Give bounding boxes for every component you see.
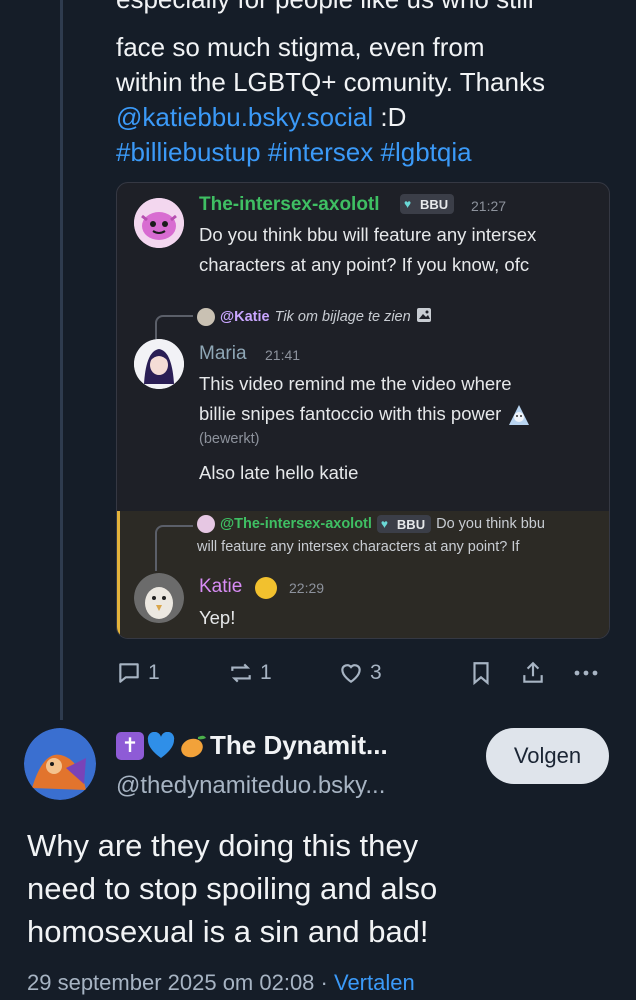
more-button[interactable] — [571, 660, 601, 686]
yellow-badge-icon — [255, 577, 277, 599]
cross-icon: ✝ — [116, 731, 144, 760]
reply-author-row: ✝ The Dynamit... @thedynamiteduo.bsky...… — [0, 720, 636, 810]
msg3-body: Yep! — [199, 607, 236, 628]
image-icon — [416, 307, 432, 327]
hashtags[interactable]: #billiebustup #intersex #lgbtqia — [116, 135, 621, 170]
msg2-time: 21:41 — [265, 347, 301, 363]
reply-date: 29 september 2025 om 02:08 — [27, 970, 315, 995]
reply-handle[interactable]: @thedynamiteduo.bsky... — [116, 772, 385, 800]
translate-link[interactable]: Vertalen — [334, 970, 415, 995]
mention-link[interactable]: @katiebbu.bsky.social — [116, 102, 373, 132]
mango-icon — [178, 732, 208, 760]
like-count: 3 — [370, 661, 382, 684]
msg2-edited: (bewerkt) — [199, 431, 260, 447]
thread-line — [60, 0, 63, 720]
post-text: especially for people like us who still … — [116, 0, 621, 170]
msg1-author: The-intersex-axolotl — [199, 194, 380, 215]
post-line-1: face so much stigma, even from — [116, 32, 485, 62]
post-clipped-line: especially for people like us who still — [116, 0, 534, 17]
share-button[interactable] — [520, 660, 546, 686]
reply-icon — [116, 660, 142, 686]
msg3-tag: ♥ BBU — [376, 515, 432, 533]
reply-count: 1 — [148, 661, 160, 684]
reply-display-name[interactable]: ✝ The Dynamit... — [116, 730, 388, 761]
post-line-2: within the LGBTQ+ comunity. Thanks — [116, 67, 545, 97]
mention-suffix: :D — [373, 102, 407, 132]
msg2-body: This video remind me the video where bil… — [199, 369, 532, 429]
screenshot-embed[interactable]: The-intersex-axolotl ♥ BBU 21:27 Do you t… — [116, 182, 610, 639]
msg2-author: Maria — [199, 343, 247, 364]
follow-button[interactable]: Volgen — [486, 728, 609, 784]
axolotl-avatar — [134, 198, 184, 248]
like-button[interactable]: 3 — [338, 660, 382, 686]
msg1-body: Do you think bbu will feature any inters… — [199, 224, 537, 275]
katie-avatar — [134, 573, 184, 623]
msg2-reply-ref: @Katie Tik om bijlage te zien — [197, 307, 432, 327]
heart-icon-2: ♥ — [380, 517, 389, 531]
msg3-reply-ref-cont: will feature any intersex characters at … — [197, 539, 520, 555]
msg2-extra: Also late hello katie — [199, 462, 359, 483]
heart-outline-icon — [338, 660, 364, 686]
axolotl-mini-avatar — [197, 515, 215, 533]
reply-hook-2 — [155, 525, 193, 571]
msg3-time: 22:29 — [289, 580, 325, 596]
share-icon — [520, 660, 546, 686]
repost-count: 1 — [260, 661, 272, 684]
katie-mini-avatar — [197, 308, 215, 326]
character-emoji-icon — [506, 403, 532, 427]
msg1-tag: ♥ BBU — [400, 194, 455, 214]
maria-avatar — [134, 339, 184, 389]
reply-timestamp: 29 september 2025 om 02:08 · Vertalen — [27, 970, 415, 996]
blue-heart-icon — [146, 731, 176, 760]
msg1-time: 21:27 — [471, 198, 507, 214]
bookmark-button[interactable] — [468, 660, 494, 686]
separator: · — [314, 970, 334, 995]
post-actions: 1 1 3 — [116, 660, 606, 694]
more-icon — [571, 660, 601, 686]
bookmark-icon — [468, 660, 494, 686]
reply-text: Why are they doing this they need to sto… — [27, 828, 438, 949]
repost-icon — [228, 660, 254, 686]
reply-button[interactable]: 1 — [116, 660, 160, 686]
dynamite-duo-avatar[interactable] — [24, 728, 96, 800]
msg3-author: Katie — [199, 576, 243, 597]
heart-icon: ♥ — [404, 197, 412, 211]
repost-button[interactable]: 1 — [228, 660, 272, 686]
reply-hook — [155, 315, 193, 339]
msg3-reply-ref: @The-intersex-axolotl ♥ BBU Do you think … — [197, 515, 545, 533]
